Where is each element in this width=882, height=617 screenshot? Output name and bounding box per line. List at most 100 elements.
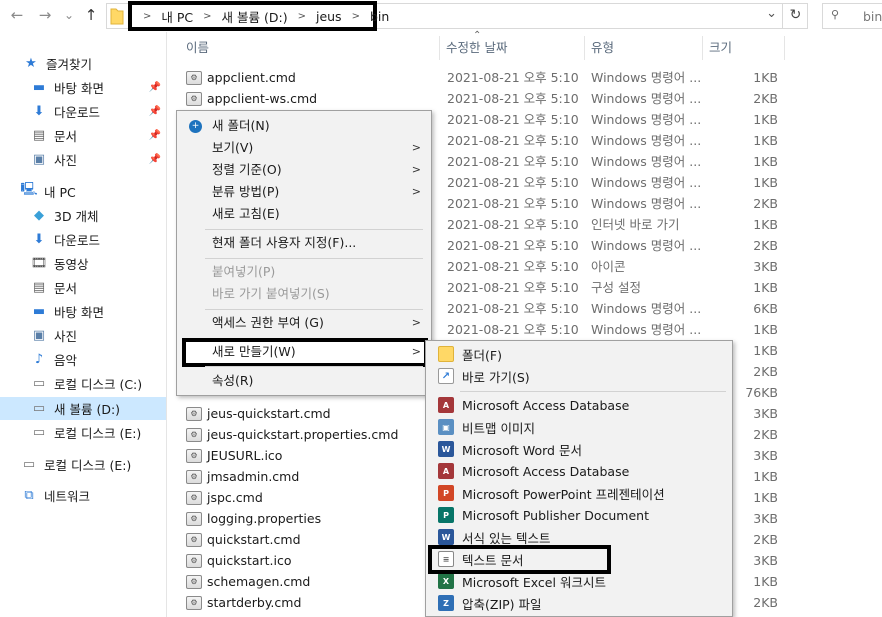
folder-icon	[438, 346, 454, 362]
file-date: 2021-08-21 오후 5:10	[447, 154, 579, 169]
nav-network[interactable]: ⧉ 네트워크	[20, 484, 90, 506]
file-type: Windows 명령어 ...	[591, 112, 702, 127]
document-icon: ▤	[32, 127, 46, 143]
submenu-label: Microsoft Word 문서	[462, 442, 582, 458]
nav-music[interactable]: ♪ 음악	[30, 348, 77, 370]
file-icon: ⚙	[186, 448, 202, 463]
submenu-item-shortcut[interactable]: ↗ 바로 가기(S)	[426, 365, 732, 387]
access-icon: A	[438, 397, 454, 413]
nav-quick-documents[interactable]: ▤ 문서 📌	[30, 124, 167, 146]
drive-icon: ▭	[32, 424, 46, 440]
nav-label: 네트워크	[44, 488, 91, 504]
search-placeholder: bin	[863, 9, 882, 24]
submenu-item-access[interactable]: A Microsoft Access Database	[426, 460, 732, 482]
nav-pictures[interactable]: ▣ 사진	[30, 324, 77, 346]
breadcrumb-item-this-pc[interactable]: 내 PC	[161, 7, 193, 26]
star-icon: ★	[25, 55, 37, 71]
nav-desktop[interactable]: ▬ 바탕 화면	[30, 300, 104, 322]
menu-item-properties[interactable]: 속성(R)	[177, 370, 431, 392]
file-size: 1KB	[753, 112, 778, 127]
nav-quick-desktop[interactable]: ▬ 바탕 화면 📌	[30, 76, 167, 98]
file-name: jeus-quickstart.cmd	[207, 406, 331, 421]
menu-item-give-access[interactable]: 액세스 권한 부여 (G) >	[177, 312, 431, 334]
document-icon: ▤	[32, 279, 46, 295]
address-dropdown-icon[interactable]: ⌄	[766, 6, 777, 21]
up-icon[interactable]: ↑	[82, 4, 100, 26]
nav-quick-downloads[interactable]: ⬇ 다운로드 📌	[30, 100, 167, 122]
breadcrumb-item-drive-d[interactable]: 새 볼륨 (D:)	[222, 7, 288, 26]
file-type: Windows 명령어 ...	[591, 301, 702, 316]
menu-item-new-folder[interactable]: + 새 폴더(N)	[177, 115, 431, 137]
menu-item-new[interactable]: 새로 만들기(W) >	[177, 341, 431, 363]
menu-item-refresh[interactable]: 새로 고침(E)	[177, 203, 431, 225]
submenu-item-publisher[interactable]: P Microsoft Publisher Document	[426, 504, 732, 526]
file-icon: ⚙	[186, 532, 202, 547]
submenu-item-zip[interactable]: Z 압축(ZIP) 파일	[426, 592, 732, 614]
file-size: 1KB	[753, 322, 778, 337]
menu-item-sort-by[interactable]: 정렬 기준(O) >	[177, 159, 431, 181]
breadcrumb-separator-icon: >	[203, 10, 212, 22]
file-date: 2021-08-21 오후 5:10	[447, 133, 579, 148]
submenu-label: Microsoft PowerPoint 프레젠테이션	[462, 486, 665, 502]
nav-drive-c[interactable]: ▭ 로컬 디스크 (C:)	[30, 372, 142, 394]
file-row[interactable]: ⚙ appclient-ws.cmd 2021-08-21 오후 5:10 Windo…	[168, 88, 882, 109]
nav-quick-access[interactable]: ★ 즐겨찾기	[22, 52, 92, 74]
nav-quick-pictures[interactable]: ▣ 사진 📌	[30, 148, 167, 170]
file-date: 2021-08-21 오후 5:10	[447, 175, 579, 190]
breadcrumb-separator-icon: >	[143, 10, 152, 22]
nav-drive-e-root[interactable]: ▭ 로컬 디스크 (E:)	[20, 453, 131, 475]
column-header-size[interactable]: 크기	[703, 36, 785, 60]
menu-label: 정렬 기준(O)	[212, 162, 282, 177]
column-header-name[interactable]: 이름	[180, 36, 440, 60]
refresh-icon[interactable]: ↻	[782, 3, 808, 29]
nav-videos[interactable]: 🎞 동영상	[30, 252, 89, 274]
submenu-item-folder[interactable]: 폴더(F)	[426, 343, 732, 365]
menu-item-group-by[interactable]: 분류 방법(P) >	[177, 181, 431, 203]
nav-downloads[interactable]: ⬇ 다운로드	[30, 228, 100, 250]
submenu-item-powerpoint[interactable]: P Microsoft PowerPoint 프레젠테이션	[426, 482, 732, 504]
menu-item-view[interactable]: 보기(V) >	[177, 137, 431, 159]
context-menu: + 새 폴더(N) 보기(V) > 정렬 기준(O) > 분류 방법(P) > …	[176, 110, 432, 396]
network-icon: ⧉	[24, 487, 34, 503]
submenu-label: 압축(ZIP) 파일	[462, 596, 542, 612]
column-header-date[interactable]: 수정한 날짜	[440, 36, 585, 60]
file-row[interactable]: ⚙ appclient.cmd 2021-08-21 오후 5:10 Windows …	[168, 67, 882, 88]
nav-label: 3D 개체	[54, 208, 99, 224]
submenu-item-bitmap[interactable]: ▣ 비트맵 이미지	[426, 416, 732, 438]
file-type: 구성 설정	[591, 280, 641, 295]
search-box[interactable]: ⚲ bin	[822, 3, 882, 29]
nav-drive-d[interactable]: ▭ 새 볼륨 (D:)	[0, 397, 166, 420]
nav-this-pc[interactable]: 🖳 내 PC	[20, 180, 75, 202]
pin-icon: 📌	[148, 153, 161, 165]
file-name: appclient-ws.cmd	[207, 91, 318, 106]
breadcrumb-item-bin[interactable]: bin	[370, 9, 389, 24]
powerpoint-icon: P	[438, 485, 454, 501]
submenu-item-word[interactable]: W Microsoft Word 문서	[426, 438, 732, 460]
access-icon: A	[438, 463, 454, 479]
file-size: 1KB	[753, 280, 778, 295]
forward-icon[interactable]: →	[36, 4, 54, 26]
file-size: 1KB	[753, 133, 778, 148]
drive-icon: ▭	[22, 456, 36, 472]
file-type: 인터넷 바로 가기	[591, 217, 680, 232]
download-icon: ⬇	[33, 103, 45, 119]
file-name: jmsadmin.cmd	[207, 469, 300, 484]
nav-label: 로컬 디스크 (C:)	[54, 376, 143, 392]
search-icon: ⚲	[831, 8, 840, 21]
submenu-arrow-icon: >	[411, 316, 421, 329]
column-header-type[interactable]: 유형	[585, 36, 703, 60]
breadcrumb-item-jeus[interactable]: jeus	[316, 9, 342, 24]
menu-separator	[460, 391, 726, 392]
nav-3d-objects[interactable]: ◆ 3D 개체	[30, 204, 99, 226]
recent-locations-icon[interactable]: ⌄	[62, 4, 76, 26]
nav-documents[interactable]: ▤ 문서	[30, 276, 77, 298]
submenu-label: 서식 있는 텍스트	[462, 530, 551, 546]
bitmap-icon: ▣	[438, 419, 454, 435]
file-name: jspc.cmd	[207, 490, 263, 505]
menu-item-customize-folder[interactable]: 현재 폴더 사용자 지정(F)...	[177, 232, 431, 254]
file-size: 2KB	[753, 238, 778, 253]
nav-drive-e[interactable]: ▭ 로컬 디스크 (E:)	[30, 421, 141, 443]
submenu-label: 바로 가기(S)	[462, 369, 530, 385]
submenu-item-access[interactable]: A Microsoft Access Database	[426, 394, 732, 416]
back-icon[interactable]: ←	[8, 4, 26, 26]
